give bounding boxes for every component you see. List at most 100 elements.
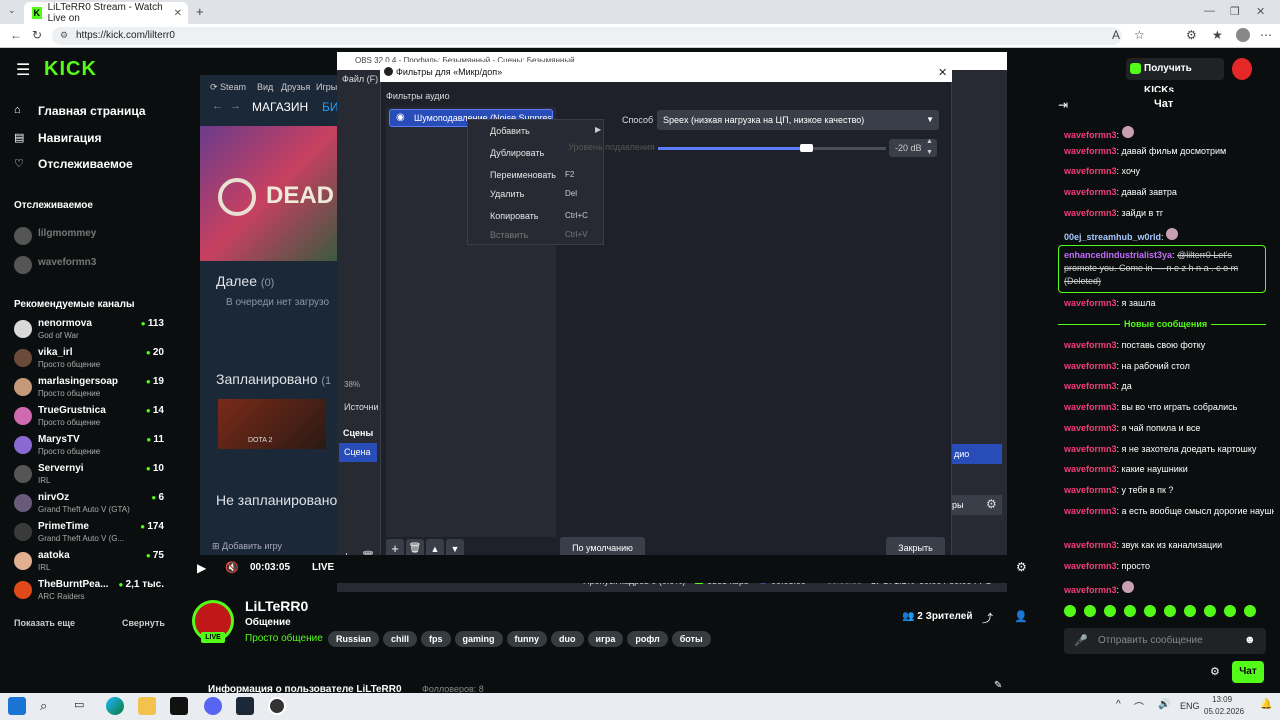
sidebar-channel[interactable]: MarysTV Просто общение 11 xyxy=(14,434,164,462)
steam-add-game[interactable]: ⊞ Добавить игру xyxy=(212,541,282,552)
reload-icon[interactable]: ↻ xyxy=(32,28,42,42)
clock-time[interactable]: 13:09 xyxy=(1212,695,1232,704)
close-window-icon[interactable]: ✕ xyxy=(1256,5,1265,18)
new-tab-icon[interactable]: + xyxy=(196,4,204,19)
player-settings-icon[interactable]: ⚙ xyxy=(1016,560,1027,574)
collapse-link[interactable]: Свернуть xyxy=(122,618,165,628)
chat-username[interactable]: waveformn3 xyxy=(1064,444,1117,454)
steam-store-tab[interactable]: МАГАЗИН xyxy=(252,100,308,114)
emote-icon[interactable] xyxy=(1064,605,1076,617)
sidebar-channel[interactable]: TheBurntPea... ARC Raiders 2,1 тыс. xyxy=(14,579,164,607)
menu-item-delete[interactable]: Удалить xyxy=(490,189,524,199)
obs-gear-icon[interactable]: ⚙ xyxy=(986,497,997,511)
windows-start-icon[interactable] xyxy=(8,697,26,715)
kick-logo[interactable]: KICK xyxy=(44,58,97,81)
sidebar-channel[interactable]: nirvOz Grand Theft Auto V (GTA) 6 xyxy=(14,492,164,520)
stream-tag[interactable]: рофл xyxy=(627,631,668,647)
live-indicator[interactable]: LIVE xyxy=(312,562,334,573)
emoji-icon[interactable]: ☻ xyxy=(1244,634,1256,646)
maximize-icon[interactable]: ❐ xyxy=(1230,5,1240,18)
chat-username[interactable]: waveformn3 xyxy=(1064,381,1117,391)
spin-down-icon[interactable]: ▼ xyxy=(926,149,933,156)
hamburger-menu-icon[interactable]: ☰ xyxy=(16,60,30,80)
site-info-icon[interactable]: ⚙ xyxy=(60,30,68,41)
emote-icon[interactable] xyxy=(1104,605,1116,617)
visibility-eye-icon[interactable]: ◉ xyxy=(396,110,405,126)
emote-icon[interactable] xyxy=(1164,605,1176,617)
steam-icon[interactable] xyxy=(236,697,254,715)
chat-username[interactable]: waveformn3 xyxy=(1064,298,1117,308)
followed-channel[interactable]: lilgmommey xyxy=(14,225,164,253)
steam-forward-icon[interactable]: → xyxy=(230,100,241,112)
emote-icon[interactable] xyxy=(1144,605,1156,617)
chat-username[interactable]: waveformn3 xyxy=(1064,540,1117,550)
read-aloud-icon[interactable]: A xyxy=(1112,28,1120,42)
tab-search-icon[interactable]: ⌄ xyxy=(8,5,16,16)
nav-home[interactable]: Главная страница xyxy=(38,104,146,118)
close-tab-icon[interactable]: ✕ xyxy=(174,8,182,19)
obs-menu-file[interactable]: Файл (F) xyxy=(342,74,378,84)
chat-username[interactable]: waveformn3 xyxy=(1064,340,1117,350)
share-icon[interactable]: ⤴ xyxy=(982,610,993,626)
nav-browse[interactable]: Навигация xyxy=(38,131,102,145)
extensions-icon[interactable]: ⚙ xyxy=(1186,28,1197,42)
clock-date[interactable]: 05.02.2026 xyxy=(1204,707,1244,716)
method-select[interactable]: Speex (низкая нагрузка на ЦП, низкое кач… xyxy=(657,110,939,130)
chat-username[interactable]: waveformn3 xyxy=(1064,361,1117,371)
chat-username[interactable]: 00ej_streamhub_w0rld xyxy=(1064,232,1161,242)
favorite-star-icon[interactable]: ☆ xyxy=(1134,28,1145,42)
search-icon[interactable]: ⌕ xyxy=(40,698,47,714)
menu-item-copy[interactable]: Копировать xyxy=(490,211,538,221)
sidebar-channel[interactable]: nenormova God of War 113 xyxy=(14,318,164,346)
sidebar-channel[interactable]: TrueGrustnica Просто общение 14 xyxy=(14,405,164,433)
play-icon[interactable]: ▶ xyxy=(197,561,206,575)
user-avatar[interactable] xyxy=(1232,58,1252,80)
file-explorer-icon[interactable] xyxy=(138,697,156,715)
mute-icon[interactable]: 🔇 xyxy=(225,561,239,574)
language-indicator[interactable]: ENG xyxy=(1180,701,1200,711)
sidebar-channel[interactable]: vika_irl Просто общение 20 xyxy=(14,347,164,375)
emote-icon[interactable] xyxy=(1224,605,1236,617)
follow-user-icon[interactable]: 👤 xyxy=(1014,610,1028,623)
steam-logo[interactable]: ⟳ Steam xyxy=(210,82,246,93)
slider-handle[interactable] xyxy=(800,144,814,152)
obs-studio-mode-button[interactable]: дио xyxy=(952,444,1002,464)
stream-tag[interactable]: gaming xyxy=(454,631,503,647)
chat-settings-icon[interactable]: ⚙ xyxy=(1210,665,1220,678)
chat-username[interactable]: waveformn3 xyxy=(1064,146,1117,156)
url-field[interactable]: https://kick.com/lilterr0 xyxy=(52,27,1122,45)
edge-icon[interactable] xyxy=(106,697,124,715)
steam-menu-view[interactable]: Вид xyxy=(257,82,273,92)
favorites-icon[interactable]: ★ xyxy=(1212,28,1223,42)
sidebar-channel[interactable]: Servernyi IRL 10 xyxy=(14,463,164,491)
dialog-close-icon[interactable]: ✕ xyxy=(938,66,947,79)
stream-tag[interactable]: Russian xyxy=(328,631,380,647)
obs-icon[interactable] xyxy=(268,697,286,715)
back-icon[interactable]: ← xyxy=(10,28,22,42)
stream-tag[interactable]: duo xyxy=(551,631,584,647)
emote-icon[interactable] xyxy=(1084,605,1096,617)
game-banner-image[interactable]: DEAD xyxy=(200,126,337,261)
chat-username[interactable]: waveformn3 xyxy=(1064,208,1117,218)
chat-username[interactable]: waveformn3 xyxy=(1064,423,1117,433)
menu-item-add[interactable]: Добавить xyxy=(490,126,530,136)
more-menu-icon[interactable]: ⋯ xyxy=(1260,28,1272,42)
chat-username[interactable]: waveformn3 xyxy=(1064,166,1117,176)
streamer-name[interactable]: LiLTeRR0 xyxy=(245,598,308,614)
spin-up-icon[interactable]: ▲ xyxy=(926,138,933,145)
menu-item-duplicate[interactable]: Дублировать xyxy=(490,148,544,158)
nav-following[interactable]: Отслеживаемое xyxy=(38,157,133,171)
chat-username[interactable]: waveformn3 xyxy=(1064,485,1117,495)
network-icon[interactable]: ⌒ xyxy=(1134,699,1144,714)
steam-menu-friends[interactable]: Друзья xyxy=(281,82,310,92)
stream-tag[interactable]: игра xyxy=(587,631,624,647)
chat-username[interactable]: waveformn3 xyxy=(1064,464,1117,474)
profile-avatar[interactable] xyxy=(1236,28,1250,42)
sidebar-channel[interactable]: marlasingersoap Просто общение 19 xyxy=(14,376,164,404)
show-more-link[interactable]: Показать еще xyxy=(14,618,75,628)
stream-subcategory[interactable]: Просто общение xyxy=(245,633,323,644)
sidebar-channel[interactable]: PrimeTime Grand Theft Auto V (G... 174 xyxy=(14,521,164,549)
chat-username[interactable]: waveformn3 xyxy=(1064,130,1117,140)
discord-icon[interactable] xyxy=(204,697,222,715)
stream-tag[interactable]: chill xyxy=(383,631,418,647)
